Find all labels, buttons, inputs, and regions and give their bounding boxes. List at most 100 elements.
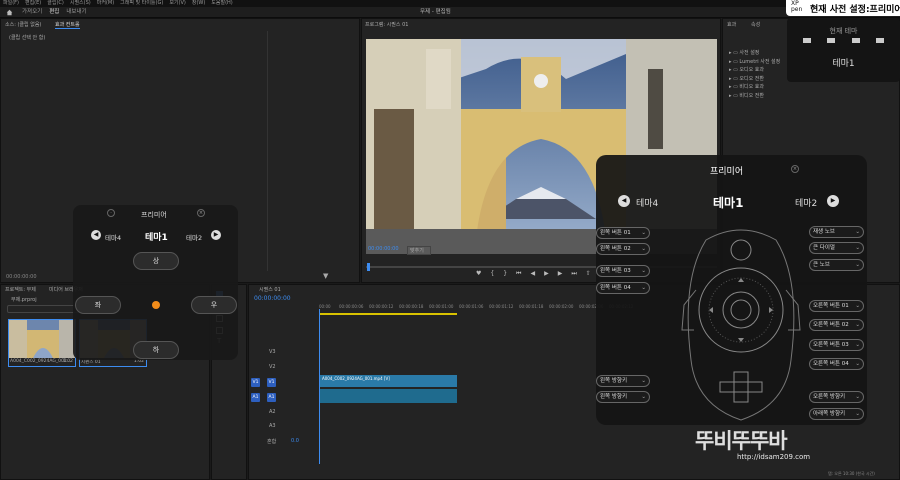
right-button-04[interactable]: 오른쪽 버튼 04 ⌄ <box>809 358 864 370</box>
effects-item[interactable]: ▸ ▭ 비디오 효과 <box>729 83 780 92</box>
right-arrow-key[interactable]: 오른쪽 방향키 ⌄ <box>809 391 864 403</box>
source-v1[interactable]: V1 <box>251 378 260 387</box>
lift-icon[interactable]: ⇧ <box>586 270 591 278</box>
device-map-overlay: 프리미어 × ◀ 테마4 테마1 테마2 ▶ 왼쪽 버튼 01 ⌄ 왼쪽 버튼 0… <box>596 155 867 425</box>
big-dial[interactable]: 큰 다이얼 ⌄ <box>809 242 864 254</box>
grid-icon[interactable] <box>875 38 884 43</box>
device-current-theme: 테마1 <box>713 196 744 210</box>
filter-icon[interactable]: ▼ <box>323 272 328 280</box>
left-arrow-key-1[interactable]: 왼쪽 방향키 ⌄ <box>596 375 650 387</box>
menu-clip[interactable]: 클립(C) <box>47 0 64 7</box>
in-point-icon[interactable]: { <box>490 270 494 278</box>
track-v2: V2 <box>269 364 276 370</box>
effects-item[interactable]: ▸ ▭ 오디오 효과 <box>729 66 780 75</box>
hud-right-button[interactable]: 우 <box>191 296 237 314</box>
source-timecode: 00:00:00:00 <box>6 274 37 280</box>
tab-effects[interactable]: 효과 <box>727 21 736 28</box>
track-a1[interactable]: A1 <box>267 393 276 402</box>
right-button-02[interactable]: 오른쪽 버튼 02 ⌄ <box>809 319 864 331</box>
hud-center-dot <box>152 301 160 309</box>
mix-value[interactable]: 0.0 <box>291 438 299 444</box>
step-back-icon[interactable]: ◀ <box>530 270 535 278</box>
tab-program[interactable]: 프로그램: 시퀀스 01 <box>365 21 408 28</box>
window-icon[interactable] <box>851 38 860 43</box>
effects-item[interactable]: ▸ ▭ 오디오 전환 <box>729 75 780 84</box>
go-to-in-icon[interactable]: ⏮ <box>516 270 521 278</box>
timeline-timecode: 00:00:00:00 <box>254 295 291 302</box>
hud-left-button[interactable]: 좌 <box>75 296 121 314</box>
device-next-icon[interactable]: ▶ <box>827 195 839 207</box>
effects-item[interactable]: ▸ ▭ 사전 설정 <box>729 49 780 58</box>
device-map-close-icon[interactable]: × <box>791 165 799 173</box>
device-next-theme[interactable]: 테마2 <box>795 196 817 209</box>
menu-graphics[interactable]: 그래픽 및 타이틀(G) <box>120 0 163 7</box>
left-button-02[interactable]: 왼쪽 버튼 02 ⌄ <box>596 243 650 255</box>
hud-down-button[interactable]: 하 <box>133 341 179 359</box>
device-prev-theme[interactable]: 테마4 <box>636 196 658 209</box>
menu-marker[interactable]: 마커(M) <box>97 0 114 7</box>
clip-thumb[interactable]: A004_C002_0924AG_001... 1:02 <box>8 319 76 367</box>
hud-left-title: 프리미어 <box>141 211 167 219</box>
left-arrow-key-2[interactable]: 왼쪽 방향키 ⌄ <box>596 391 650 403</box>
keyboard-icon[interactable] <box>803 38 812 43</box>
tab-source[interactable]: 소스: (클립 없음) <box>5 21 41 28</box>
theme-icons <box>795 38 892 43</box>
playback-knob[interactable]: 재생 노브 ⌄ <box>809 226 864 238</box>
menu-view[interactable]: 보기(V) <box>169 0 186 7</box>
big-knob[interactable]: 큰 노브 ⌄ <box>809 259 864 271</box>
mix-label: 혼합 <box>267 439 277 445</box>
tab-project[interactable]: 프로젝트: 무제 <box>5 286 36 293</box>
track-v3: V3 <box>269 349 276 355</box>
marker-icon[interactable]: ♥ <box>476 270 481 278</box>
down-arrow-key[interactable]: 아래쪽 방향키 ⌄ <box>809 408 864 420</box>
hud-next-theme[interactable]: 테마2 <box>186 232 202 242</box>
tab-sequence[interactable]: 시퀀스 01 <box>259 286 281 293</box>
workspace-bar: 가져오기 편집 내보내기 무제 - 편집됨 <box>0 7 900 19</box>
hud-settings-icon[interactable]: · <box>107 209 115 217</box>
effects-item[interactable]: ▸ ▭ 비디오 전환 <box>729 92 780 101</box>
effects-list: ▸ ▭ 사전 설정 ▸ ▭ Lumetri 사전 설정 ▸ ▭ 오디오 효과 ▸… <box>729 49 780 100</box>
current-theme-name: 테마1 <box>832 59 855 69</box>
tab-effect-controls[interactable]: 효과 컨트롤 <box>55 21 80 29</box>
right-button-01[interactable]: 오른쪽 버튼 01 ⌄ <box>809 300 864 312</box>
home-icon[interactable] <box>6 9 13 16</box>
hud-prev-theme[interactable]: 테마4 <box>105 232 121 242</box>
hud-close-icon[interactable]: × <box>197 209 205 217</box>
status-text: 탭: 오른 10:30 (한국 시간) <box>828 471 875 476</box>
fit-dropdown[interactable]: 맞추기 <box>407 246 431 255</box>
hud-up-button[interactable]: 상 <box>133 252 179 270</box>
menu-help[interactable]: 도움말(H) <box>211 0 232 7</box>
work-area-bar[interactable] <box>319 313 457 315</box>
monitor-icon[interactable] <box>827 38 836 43</box>
menu-edit[interactable]: 편집(E) <box>25 0 41 7</box>
out-point-icon[interactable]: } <box>503 270 507 278</box>
hud-next-icon[interactable]: ▶ <box>211 230 221 240</box>
hud-prev-icon[interactable]: ◀ <box>91 230 101 240</box>
audio-clip[interactable] <box>320 389 457 403</box>
source-a1[interactable]: A1 <box>251 393 260 402</box>
play-icon[interactable]: ▶ <box>544 270 549 278</box>
clip-duration: 1:02 <box>62 359 73 364</box>
tab-properties[interactable]: 속성 <box>751 21 760 28</box>
watermark-logo: 뚜비뚜뚜바 <box>695 429 788 453</box>
menu-window[interactable]: 창(W) <box>192 0 205 7</box>
step-forward-icon[interactable]: ▶ <box>558 270 563 278</box>
left-button-04[interactable]: 왼쪽 버튼 04 ⌄ <box>596 282 650 294</box>
track-v1[interactable]: V1 <box>267 378 276 387</box>
menu-sequence[interactable]: 시퀀스(S) <box>70 0 91 7</box>
go-to-out-icon[interactable]: ⏭ <box>571 270 576 278</box>
left-button-01[interactable]: 왼쪽 버튼 01 ⌄ <box>596 227 650 239</box>
effects-item[interactable]: ▸ ▭ Lumetri 사전 설정 <box>729 58 780 67</box>
left-button-03[interactable]: 왼쪽 버튼 03 ⌄ <box>596 265 650 277</box>
current-preset-badge: XP pen 현재 사전 설정:프리미어 <box>786 0 900 16</box>
panel-divider <box>267 31 268 271</box>
playhead[interactable] <box>367 263 370 271</box>
current-theme-card: 현재 테마 테마1 <box>787 18 900 82</box>
document-title: 무제 - 편집됨 <box>420 9 451 15</box>
menu-file[interactable]: 파일(F) <box>3 0 19 7</box>
xppen-logo: XP pen <box>791 0 803 13</box>
right-button-03[interactable]: 오른쪽 버튼 03 ⌄ <box>809 339 864 351</box>
device-prev-icon[interactable]: ◀ <box>618 195 630 207</box>
video-clip[interactable]: A004_C002_0924AG_001.mp4 [V] <box>320 375 457 387</box>
hud-left: · 프리미어 × ◀ 테마4 테마1 테마2 ▶ 상 좌 우 하 <box>73 205 238 360</box>
